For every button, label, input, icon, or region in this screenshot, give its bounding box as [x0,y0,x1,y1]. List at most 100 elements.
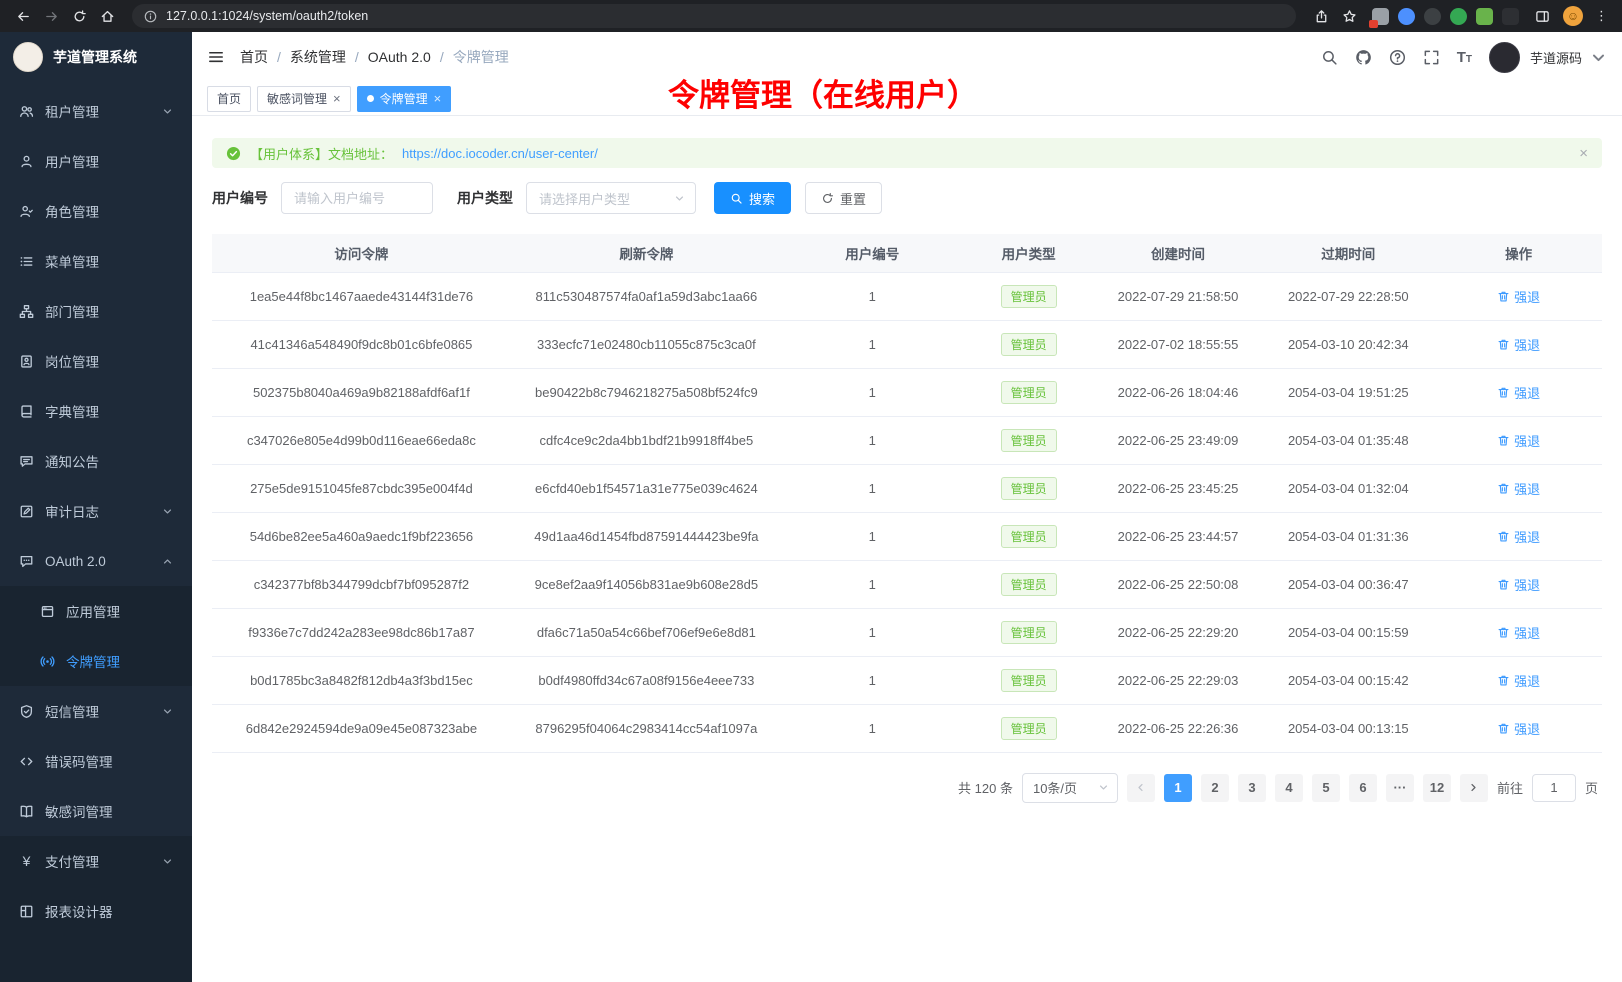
chevron-down-icon [162,706,173,717]
reset-button-label: 重置 [840,189,866,208]
sidebar-lower-section: ¥ 支付管理 报表设计器 [0,836,192,982]
prev-page-button[interactable] [1127,774,1155,802]
refresh-token-cell: 49d1aa46d1454fbd87591444423be9fa [511,512,782,560]
extension-icon-3[interactable] [1424,8,1441,25]
next-page-button[interactable] [1460,774,1488,802]
force-logout-button[interactable]: 强退 [1497,575,1540,594]
breadcrumb-oauth[interactable]: OAuth 2.0 [368,49,431,65]
sidebar-item-label: 字典管理 [45,401,99,421]
side-panel-icon[interactable] [1529,4,1555,28]
tab-sensitive-word[interactable]: 敏感词管理 × [257,86,351,112]
sidebar-collapse-button[interactable] [207,48,225,66]
extension-icon-4[interactable] [1450,8,1467,25]
sidebar-item-sms[interactable]: 短信管理 [0,686,192,736]
table-row: f9336e7c7dd242a283ee98dc86b17a87 dfa6c71… [212,608,1602,656]
col-user-type: 用户类型 [963,234,1095,272]
sidebar-item-role[interactable]: 角色管理 [0,186,192,236]
table-row: b0d1785bc3a8482f812db4a3f3bd15ec b0df498… [212,656,1602,704]
fullscreen-icon[interactable] [1423,49,1440,66]
sidebar-item-user[interactable]: 用户管理 [0,136,192,186]
sidebar-item-menu[interactable]: 菜单管理 [0,236,192,286]
force-logout-button[interactable]: 强退 [1497,671,1540,690]
force-logout-button[interactable]: 强退 [1497,623,1540,642]
breadcrumb-home[interactable]: 首页 [240,47,268,67]
breadcrumb-system[interactable]: 系统管理 [290,47,346,67]
page-size-select[interactable]: 10条/页 [1022,773,1118,803]
bookmark-star-icon[interactable] [1336,4,1362,28]
force-logout-button[interactable]: 强退 [1497,719,1540,738]
app-title: 芋道管理系统 [53,47,137,67]
info-icon [144,10,157,23]
force-logout-button[interactable]: 强退 [1497,335,1540,354]
chat-bubble-icon [19,554,34,569]
help-icon[interactable] [1389,49,1406,66]
browser-menu-icon[interactable]: ⋮ [1591,8,1612,24]
force-logout-button[interactable]: 强退 [1497,431,1540,450]
app-logo[interactable]: 芋道管理系统 [0,32,192,82]
doc-link[interactable]: https://doc.iocoder.cn/user-center/ [402,146,598,161]
sidebar-item-post[interactable]: 岗位管理 [0,336,192,386]
sidebar-item-dept[interactable]: 部门管理 [0,286,192,336]
sidebar-item-pay[interactable]: ¥ 支付管理 [0,836,192,886]
tab-home[interactable]: 首页 [207,86,251,112]
browser-forward-button[interactable] [38,4,64,28]
browser-back-button[interactable] [10,4,36,28]
tab-close-icon[interactable]: × [434,92,442,105]
success-check-icon [226,146,241,161]
sidebar-item-audit-log[interactable]: 审计日志 [0,486,192,536]
force-logout-button[interactable]: 强退 [1497,287,1540,306]
user-avatar[interactable] [1489,42,1520,73]
browser-profile-avatar[interactable]: ☺ [1563,6,1583,26]
browser-reload-button[interactable] [66,4,92,28]
tab-close-icon[interactable]: × [333,92,341,105]
sidebar-item-notice[interactable]: 通知公告 [0,436,192,486]
puzzle-extension-icon[interactable] [1476,8,1493,25]
access-token-cell: b0d1785bc3a8482f812db4a3f3bd15ec [212,656,511,704]
force-logout-button[interactable]: 强退 [1497,479,1540,498]
github-icon[interactable] [1355,49,1372,66]
goto-page-input[interactable] [1532,774,1576,802]
reset-button[interactable]: 重置 [805,182,882,214]
extension-icon-2[interactable] [1398,8,1415,25]
page-button-2[interactable]: 2 [1201,774,1229,802]
chevron-down-icon [162,856,173,867]
browser-address-bar[interactable]: 127.0.0.1:1024/system/oauth2/token [132,4,1296,28]
search-button[interactable]: 搜索 [714,182,791,214]
sidebar-item-sensitive-word[interactable]: 敏感词管理 [0,786,192,836]
page-button-4[interactable]: 4 [1275,774,1303,802]
table-row: c342377bf8b344799dcbf7bf095287f2 9ce8ef2… [212,560,1602,608]
page-button-1[interactable]: 1 [1164,774,1192,802]
page-button-last[interactable]: 12 [1423,774,1451,802]
share-icon[interactable] [1308,4,1334,28]
sidebar-item-error-code[interactable]: 错误码管理 [0,736,192,786]
created-at-cell: 2022-06-25 23:45:25 [1095,464,1262,512]
expires-at-cell: 2022-07-29 22:28:50 [1261,272,1435,320]
tab-token[interactable]: 令牌管理 × [357,86,452,112]
browser-home-button[interactable] [94,4,120,28]
force-logout-button[interactable]: 强退 [1497,527,1540,546]
user-id-input[interactable] [281,182,433,214]
sidebar-item-tenant[interactable]: 租户管理 [0,86,192,136]
layout-icon [19,904,34,919]
more-pages-button[interactable]: ··· [1386,774,1414,802]
page-button-6[interactable]: 6 [1349,774,1377,802]
force-logout-button[interactable]: 强退 [1497,383,1540,402]
page-button-3[interactable]: 3 [1238,774,1266,802]
search-icon[interactable] [1321,49,1338,66]
username[interactable]: 芋道源码 [1530,48,1582,67]
page-button-5[interactable]: 5 [1312,774,1340,802]
user-type-cell: 管理员 [963,704,1095,752]
sidebar-item-oauth[interactable]: OAuth 2.0 [0,536,192,586]
expires-at-cell: 2054-03-04 00:15:59 [1261,608,1435,656]
sidebar-item-app[interactable]: 应用管理 [0,586,192,636]
extension-icon-5[interactable] [1502,8,1519,25]
alert-close-icon[interactable]: × [1579,145,1588,162]
sidebar-item-token[interactable]: 令牌管理 [0,636,192,686]
extension-icon-1[interactable] [1372,8,1389,25]
sidebar-item-report-designer[interactable]: 报表设计器 [0,886,192,936]
sidebar-item-dict[interactable]: 字典管理 [0,386,192,436]
user-type-cell: 管理员 [963,464,1095,512]
chevron-down-icon[interactable] [1590,49,1607,66]
user-type-select[interactable]: 请选择用户类型 [526,182,696,214]
font-size-icon[interactable]: TT [1457,49,1472,66]
